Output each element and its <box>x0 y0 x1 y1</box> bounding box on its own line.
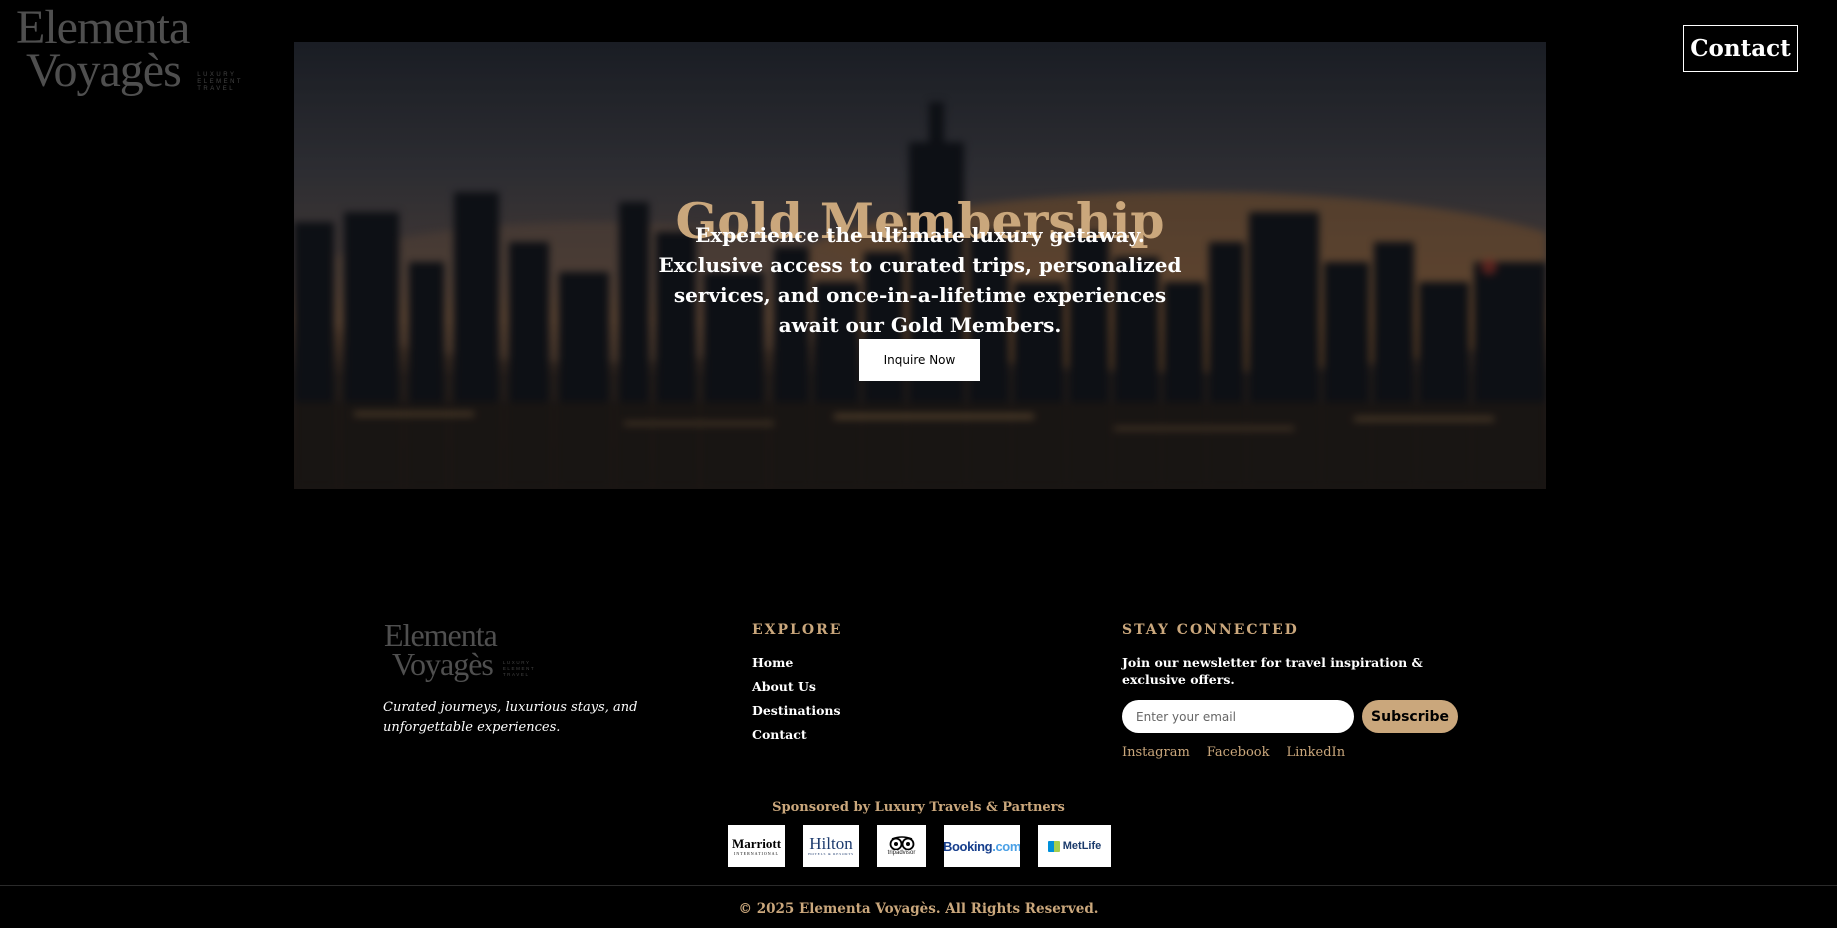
social-link-facebook[interactable]: Facebook <box>1207 745 1270 760</box>
footer-link-contact[interactable]: Contact <box>752 726 841 744</box>
footer-logo-line-2: Voyagès <box>392 645 494 682</box>
brand-logo[interactable]: Elementa Voyagès LUXURY ELEMENT TRAVEL <box>16 1 244 98</box>
metlife-mark-icon <box>1047 840 1060 852</box>
explore-heading: EXPLORE <box>752 622 843 638</box>
logo-tagline: LUXURY ELEMENT TRAVEL <box>197 72 244 93</box>
footer-link-destinations[interactable]: Destinations <box>752 702 841 720</box>
owl-eyes-icon <box>889 836 914 850</box>
logo-line-1: Elementa <box>16 1 190 54</box>
partner-logo-hilton: Hilton HOTELS & RESORTS <box>803 825 859 867</box>
footer-divider <box>0 885 1837 886</box>
social-link-instagram[interactable]: Instagram <box>1122 745 1190 760</box>
partner-logo-tripadvisor: tripadvisor <box>877 825 926 867</box>
partner-logo-marriott: Marriott INTERNATIONAL <box>728 825 785 867</box>
footer-brand-logo[interactable]: Elementa Voyagès LUXURY ELEMENT TRAVEL <box>384 619 536 682</box>
social-link-linkedin[interactable]: LinkedIn <box>1287 745 1346 760</box>
footer-nav: Home About Us Destinations Contact <box>752 654 841 744</box>
partner-logo-metlife: MetLife <box>1038 825 1111 867</box>
partner-logo-booking: Booking .com <box>944 825 1020 867</box>
sponsor-text: Sponsored by Luxury Travels & Partners <box>772 800 1065 815</box>
hero-banner: Gold Membership Experience the ultimate … <box>294 42 1546 489</box>
newsletter-description: Join our newsletter for travel inspirati… <box>1122 655 1423 687</box>
stay-connected-heading: STAY CONNECTED <box>1122 622 1299 638</box>
social-links: Instagram Facebook LinkedIn <box>1122 745 1345 760</box>
footer-logo-tagline: LUXURY ELEMENT TRAVEL <box>502 659 536 677</box>
contact-button[interactable]: Contact <box>1683 25 1798 72</box>
logo-line-2: Voyagès <box>26 44 182 98</box>
footer-link-home[interactable]: Home <box>752 654 841 672</box>
subscribe-button[interactable]: Subscribe <box>1362 700 1458 733</box>
footer-tagline: Curated journeys, luxurious stays, and u… <box>383 700 638 735</box>
copyright-text: © 2025 Elementa Voyagès. All Rights Rese… <box>738 901 1099 917</box>
hero-description: Experience the ultimate luxury getaway. … <box>658 223 1182 337</box>
newsletter-email-input[interactable] <box>1122 700 1354 733</box>
footer-link-about-us[interactable]: About Us <box>752 678 841 696</box>
inquire-now-button[interactable]: Inquire Now <box>859 339 980 381</box>
